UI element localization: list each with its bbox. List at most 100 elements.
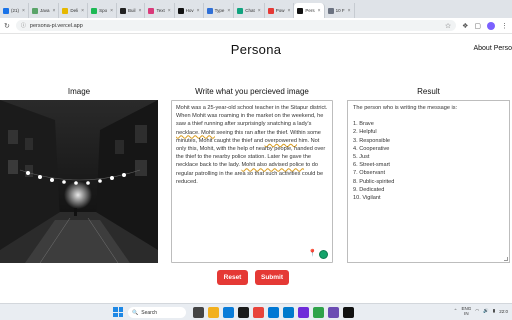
tab-close-icon[interactable]: × <box>81 8 84 14</box>
search-icon: 🔍 <box>132 309 139 316</box>
result-item: 1. Brave <box>353 121 374 128</box>
tab-close-icon[interactable]: × <box>318 8 321 14</box>
tab-favicon-icon <box>267 7 274 14</box>
file-explorer-icon[interactable] <box>208 307 219 318</box>
tray-chevron-icon[interactable]: ⌃ <box>454 308 458 314</box>
tab-label: Deli <box>70 8 79 13</box>
tab-label: Text <box>156 8 165 13</box>
browser-tab[interactable]: Deli × <box>59 3 89 18</box>
battery-icon[interactable]: ▮ <box>493 308 495 314</box>
tab-favicon-icon <box>3 7 9 14</box>
browser-toolbar: ↻ ⓘ persona-pi.vercel.app ☆ ❖ ▢ ⋮ <box>0 18 512 34</box>
bookmark-star-icon[interactable]: ☆ <box>445 22 451 30</box>
url-text: persona-pi.vercel.app <box>29 22 83 29</box>
vscode-icon[interactable] <box>283 307 294 318</box>
browser-tab[interactable]: (21) × <box>0 3 29 18</box>
about-link[interactable]: About Perso <box>473 45 512 52</box>
browser-tab[interactable]: Buil × <box>117 3 146 18</box>
grammar-widgets: 📍 <box>308 250 328 259</box>
text-run: Mohit was a 25-year-old school teacher i… <box>176 105 328 128</box>
tab-close-icon[interactable]: × <box>348 8 351 14</box>
tab-close-icon[interactable]: × <box>197 8 200 14</box>
browser-tab[interactable]: Pers × <box>294 3 325 18</box>
browser-tab[interactable]: Java × <box>29 3 60 18</box>
tab-label: Buil <box>128 8 136 13</box>
widgets-icon[interactable] <box>193 307 204 318</box>
tab-close-icon[interactable]: × <box>258 8 261 14</box>
taskbar-search-text: Search <box>141 309 158 316</box>
extensions-icon[interactable]: ❖ <box>462 22 468 30</box>
tab-close-icon[interactable]: × <box>22 8 25 14</box>
browser-tab[interactable]: Chat × <box>234 3 265 18</box>
address-bar[interactable]: ⓘ persona-pi.vercel.app ☆ <box>15 20 457 31</box>
x-app-icon[interactable] <box>343 307 354 318</box>
store-icon[interactable] <box>268 307 279 318</box>
tab-favicon-icon <box>327 7 334 14</box>
tab-favicon-icon <box>177 7 184 14</box>
tab-favicon-icon <box>91 7 98 14</box>
result-item: 4. Cooperative <box>353 145 390 152</box>
tab-close-icon[interactable]: × <box>168 8 171 14</box>
browser-tab[interactable]: Pow × <box>265 3 295 18</box>
street-photo <box>0 100 158 263</box>
grammarly-icon[interactable] <box>319 250 328 259</box>
result-item: 9. Dedicated <box>353 186 385 193</box>
page-title: Persona <box>230 42 282 57</box>
menu-kebab-icon[interactable]: ⋮ <box>501 22 508 30</box>
wifi-icon[interactable]: ◠ <box>475 308 479 314</box>
tab-favicon-icon <box>120 7 126 14</box>
language-indicator[interactable]: ENG IN <box>461 306 471 316</box>
tab-close-icon[interactable]: × <box>52 8 55 14</box>
result-item: 10. Vigilant <box>353 195 381 202</box>
result-item: 5. Just <box>353 154 370 161</box>
browser-tab[interactable]: Spo × <box>88 3 117 18</box>
reset-button[interactable]: Reset <box>217 270 248 285</box>
tab-close-icon[interactable]: × <box>287 8 290 14</box>
teams-icon[interactable] <box>328 307 339 318</box>
result-list: 1. Brave 2. Helpful 3. Responsible 4. Coope… <box>353 120 504 202</box>
tab-favicon-icon <box>297 7 304 14</box>
taskbar-search[interactable]: 🔍 Search <box>128 307 186 318</box>
persona-page: Persona About Perso Image Write what you… <box>0 35 512 303</box>
tab-close-icon[interactable]: × <box>139 8 142 14</box>
taskbar-apps <box>193 307 354 318</box>
location-pin-icon[interactable]: 📍 <box>308 250 317 258</box>
browser-tab[interactable]: 10 F × <box>325 3 355 18</box>
profile-avatar[interactable] <box>487 21 495 30</box>
tab-close-icon[interactable]: × <box>227 8 230 14</box>
app-icon[interactable] <box>298 307 309 318</box>
tab-label: (21) <box>11 8 20 13</box>
reload-icon[interactable]: ↻ <box>4 22 10 30</box>
resize-handle[interactable] <box>504 257 508 261</box>
browser-tab[interactable]: Hov × <box>175 3 204 18</box>
tab-label: Chat <box>245 8 255 13</box>
chrome-icon[interactable] <box>313 307 324 318</box>
tab-label: 10 F <box>335 8 345 13</box>
result-item: 2. Helpful <box>353 129 377 136</box>
windows-taskbar: 🔍 Search ⌃ ENG IN ◠ 🔊 ▮ 22:0 <box>0 303 512 320</box>
street-photo-graphic <box>0 100 158 263</box>
site-info-icon[interactable]: ⓘ <box>21 22 26 29</box>
submit-button[interactable]: Submit <box>255 270 289 285</box>
tab-label: Java <box>39 8 50 13</box>
volume-icon[interactable]: 🔊 <box>483 308 489 314</box>
tab-label: Hov <box>185 8 194 13</box>
perception-text: Mohit was a 25-year-old school teacher i… <box>176 105 327 185</box>
perception-textarea[interactable]: Mohit was a 25-year-old school teacher i… <box>171 100 333 263</box>
brave-icon[interactable] <box>253 307 264 318</box>
lang-bottom: IN <box>464 311 469 316</box>
start-icon[interactable] <box>113 307 123 317</box>
tab-label: Spo <box>99 8 108 13</box>
tab-close-icon[interactable]: × <box>110 8 113 14</box>
browser-tab-strip: (21) × Java × Deli × Spo × Buil × Text × Hov × Type × Ch… <box>0 0 512 18</box>
tab-label: Pow <box>275 8 285 13</box>
settings-icon[interactable] <box>238 307 249 318</box>
clock[interactable]: 22:0 <box>499 309 508 314</box>
edge-icon[interactable] <box>223 307 234 318</box>
tab-favicon-icon <box>206 7 213 14</box>
browser-tab[interactable]: Text × <box>145 3 175 18</box>
image-heading: Image <box>67 87 91 96</box>
browser-tab[interactable]: Type × <box>204 3 235 18</box>
sidebar-icon[interactable]: ▢ <box>474 22 481 30</box>
result-heading: Result <box>417 87 440 96</box>
